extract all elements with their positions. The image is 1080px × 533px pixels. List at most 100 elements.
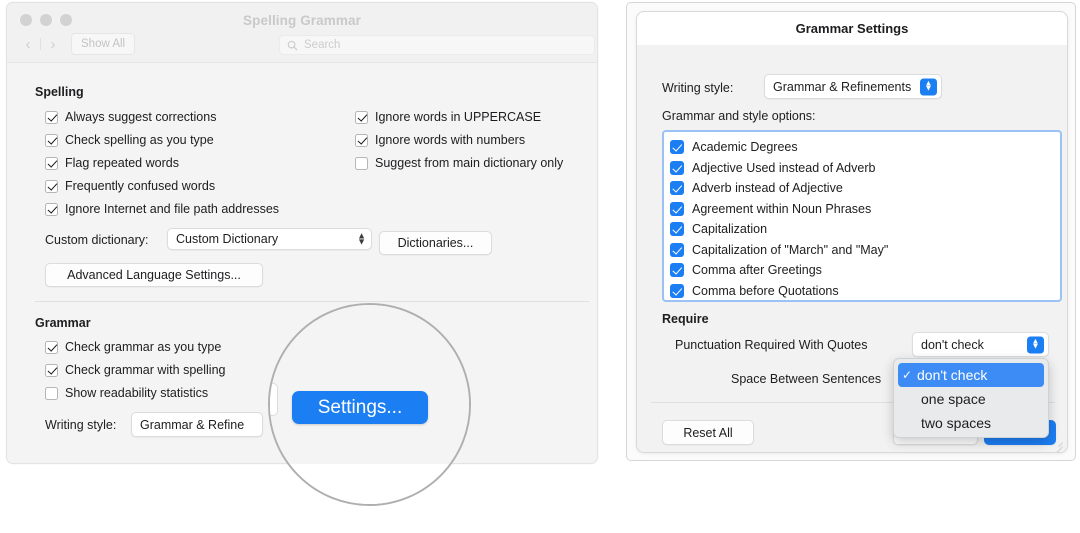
checkbox-suggest-from-main-dictionary-only[interactable]: Suggest from main dictionary only [355,156,563,170]
chevron-left-icon[interactable]: ‹ [19,33,37,55]
magnifier-panel-background [270,305,469,464]
custom-dictionary-select[interactable]: Custom Dictionary ▲ ▼ [167,228,372,250]
checkbox-box [670,242,684,257]
checkbox-show-readability-statistics[interactable]: Show readability statistics [45,386,208,400]
checkbox-label: Suggest from main dictionary only [375,156,564,170]
checkbox-label: Check grammar as you type [65,340,222,354]
option-label: Agreement within Noun Phrases [692,201,872,216]
checkbox-box [670,263,684,278]
option-label: Adjective Used instead of Adverb [692,160,876,175]
grammar-style-options-list[interactable]: Academic Degrees Adjective Used instead … [662,130,1062,302]
checkbox-label: Flag repeated words [65,156,179,170]
section-divider [35,301,589,302]
checkbox-box [355,133,368,147]
list-item[interactable]: Capitalization [670,219,1060,240]
checkbox-label: Ignore words in UPPERCASE [375,110,542,124]
checkbox-box [45,386,58,400]
magnified-writing-style-select-edge[interactable] [270,383,278,416]
custom-dictionary-value: Custom Dictionary [176,232,279,246]
option-label: Academic Degrees [692,140,798,155]
grammar-settings-titlebar: Grammar Settings [637,12,1067,46]
checkbox-always-suggest-corrections[interactable]: Always suggest corrections [45,110,216,124]
checkbox-ignore-internet-and-file-path-addresses[interactable]: Ignore Internet and file path addresses [45,202,279,216]
chevron-updown-icon: ▲▼ [920,78,937,95]
checkbox-box [45,156,58,170]
checkbox-ignore-words-with-numbers[interactable]: Ignore words with numbers [355,133,525,147]
checkbox-check-grammar-with-spelling[interactable]: Check grammar with spelling [45,363,225,377]
checkbox-box [670,201,684,216]
require-heading: Require [662,312,709,326]
writing-style-label: Writing style: [45,418,117,432]
space-between-sentences-label: Space Between Sentences [731,372,882,386]
list-item[interactable]: Capitalization of "March" and "May" [670,240,1060,261]
option-label: Capitalization [692,222,768,237]
magnifier-callout: Settings... [268,303,471,506]
show-all-button[interactable]: Show All [71,33,136,55]
punctuation-required-with-quotes-select[interactable]: don't check ▲ ▼ [912,332,1049,357]
option-label: Comma after Greetings [692,263,822,278]
option-label: Capitalization of "March" and "May" [692,242,889,257]
advanced-language-settings-button[interactable]: Advanced Language Settings... [45,263,263,287]
checkbox-box [45,202,58,216]
punctuation-required-with-quotes-value: don't check [921,337,984,352]
checkbox-box [45,179,58,193]
menu-item-label: don't check [917,367,988,383]
writing-style-value: Grammar & Refinements [773,79,912,94]
checkbox-ignore-words-in-uppercase[interactable]: Ignore words in UPPERCASE [355,110,541,124]
checkbox-check-grammar-as-you-type[interactable]: Check grammar as you type [45,340,221,354]
chevron-right-icon[interactable]: › [44,33,62,55]
option-label: Adverb instead of Adjective [692,181,843,196]
nav-divider [40,38,41,50]
checkbox-flag-repeated-words[interactable]: Flag repeated words [45,156,179,170]
checkbox-label: Check grammar with spelling [65,363,226,377]
custom-dictionary-label: Custom dictionary: [45,233,149,247]
checkbox-box [45,133,58,147]
menu-item-label: one space [921,391,986,407]
checkbox-box [670,140,684,155]
checkmark-icon: ✓ [902,368,913,382]
space-between-sentences-dropdown-menu[interactable]: ✓ don't check one space two spaces [893,358,1049,438]
writing-style-value: Grammar & Refine [140,417,245,432]
checkbox-frequently-confused-words[interactable]: Frequently confused words [45,179,215,193]
checkbox-label: Show readability statistics [65,386,209,400]
search-icon [287,40,298,50]
list-item[interactable]: Agreement within Noun Phrases [670,199,1060,220]
checkbox-label: Frequently confused words [65,179,216,193]
dictionaries-button[interactable]: Dictionaries... [379,231,492,255]
grammar-settings-title: Grammar Settings [795,21,909,36]
menu-item-two-spaces[interactable]: two spaces [894,411,1048,435]
writing-style-label: Writing style: [662,81,734,95]
search-input[interactable]: Search [279,35,595,55]
magnifier-content: Settings... [270,305,469,504]
window-title: Spelling Grammar [243,13,361,28]
chevron-updown-icon: ▲▼ [357,230,366,246]
navigation-row: ‹ › Show All [19,33,136,55]
checkbox-check-spelling-as-you-type[interactable]: Check spelling as you type [45,133,214,147]
left-window-titlebar: Spelling Grammar ‹ › Show All Search [7,3,597,63]
punctuation-required-with-quotes-label: Punctuation Required With Quotes [675,338,868,352]
menu-item-one-space[interactable]: one space [894,387,1048,411]
spelling-section-heading: Spelling [35,85,84,99]
menu-item-label: two spaces [921,415,992,431]
search-placeholder-text: Search [304,39,341,51]
writing-style-select[interactable]: Grammar & Refine [131,412,263,437]
list-item[interactable]: Comma after Greetings [670,260,1060,281]
checkbox-box [670,283,684,298]
checkbox-box [355,156,368,170]
checkbox-box [670,181,684,196]
settings-button[interactable]: Settings... [292,391,428,424]
list-item[interactable]: Adjective Used instead of Adverb [670,158,1060,179]
menu-item-dont-check[interactable]: ✓ don't check [898,363,1044,387]
checkbox-label: Ignore Internet and file path addresses [65,202,280,216]
reset-all-button[interactable]: Reset All [662,420,754,445]
list-item[interactable]: Adverb instead of Adjective [670,178,1060,199]
resize-grip-icon[interactable] [1052,438,1063,449]
checkbox-label: Ignore words with numbers [375,133,526,147]
writing-style-select[interactable]: Grammar & Refinements ▲ ▼ [764,74,942,99]
list-item[interactable]: Comma before Quotations [670,281,1060,302]
magnifier-outside-background [270,464,469,504]
checkbox-box [670,222,684,237]
option-label: Comma before Quotations [692,283,839,298]
checkbox-box [45,340,58,354]
list-item[interactable]: Academic Degrees [670,137,1060,158]
